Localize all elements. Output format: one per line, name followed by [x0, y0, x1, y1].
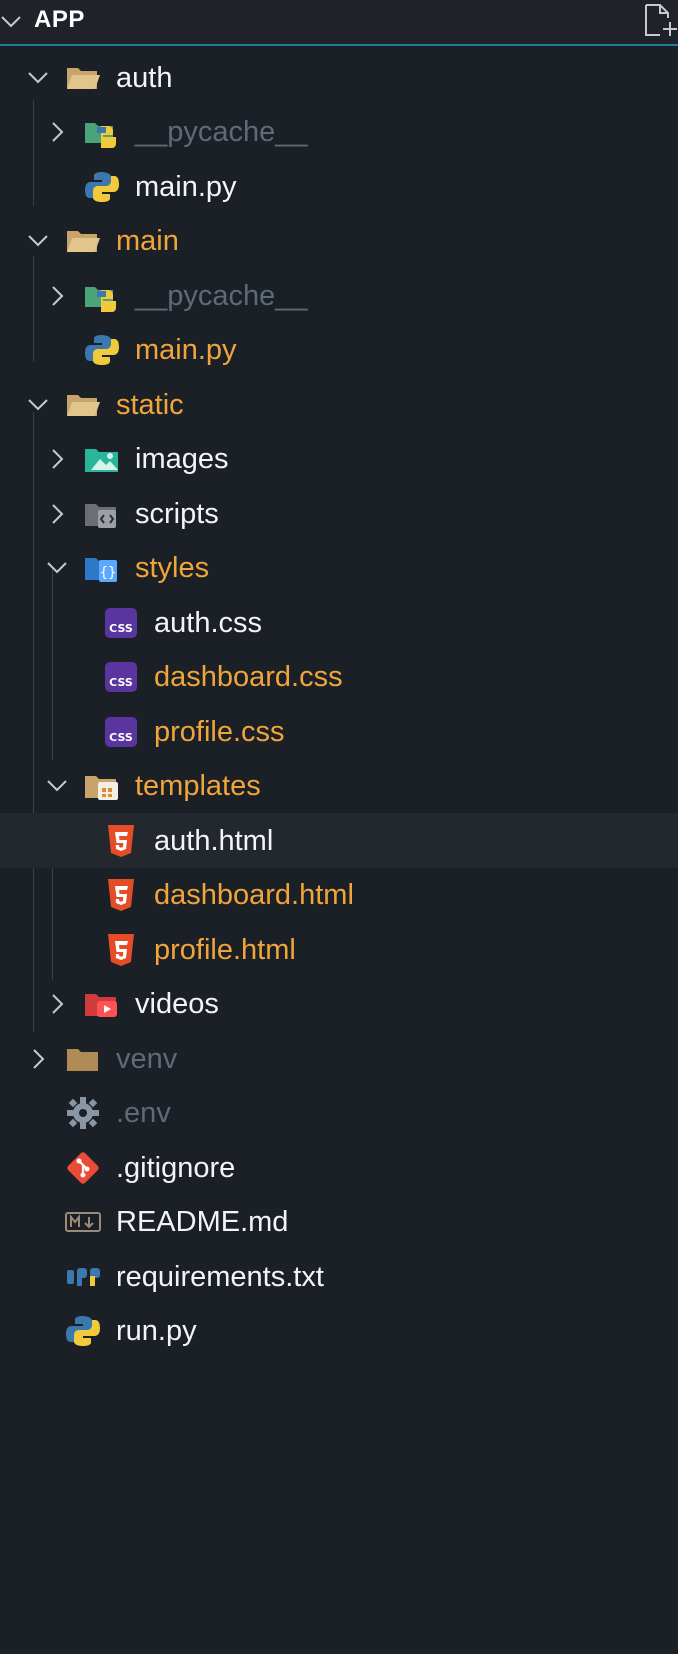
- gear-icon: [67, 1097, 99, 1129]
- new-file-icon[interactable]: [642, 2, 678, 38]
- tree-item-label: scripts: [135, 498, 219, 530]
- python-icon: [66, 1316, 100, 1346]
- svg-text:CSS: CSS: [109, 622, 133, 635]
- tree-item-label: __pycache__: [135, 280, 308, 312]
- tree-item-env[interactable]: .env: [0, 1085, 678, 1140]
- scripts-folder-icon: [85, 504, 116, 528]
- chevron-down-icon[interactable]: [45, 774, 69, 798]
- tree-item-label: auth.css: [154, 607, 262, 639]
- tree-item-scripts[interactable]: scripts: [0, 486, 678, 541]
- tree-item-label: profile.css: [154, 716, 285, 748]
- tree-item-label: .gitignore: [116, 1152, 236, 1184]
- tree-item-dashboard-css[interactable]: CSS dashboard.css: [0, 649, 678, 704]
- explorer-title: APP: [34, 6, 85, 33]
- chevron-right-icon[interactable]: [45, 992, 69, 1016]
- git-icon: [67, 1152, 99, 1184]
- tree-item-dashboard-html[interactable]: dashboard.html: [0, 867, 678, 922]
- tree-item-main-py[interactable]: main.py: [0, 159, 678, 214]
- html5-icon: [108, 934, 134, 966]
- chevron-right-icon[interactable]: [26, 1047, 50, 1071]
- chevron-right-icon[interactable]: [45, 284, 69, 308]
- python-folder-icon: [85, 123, 116, 148]
- html5-icon: [108, 825, 134, 857]
- svg-text:CSS: CSS: [109, 731, 133, 744]
- tree-item-label: dashboard.css: [154, 661, 343, 693]
- chevron-right-icon[interactable]: [45, 447, 69, 471]
- tree-item-auth-html[interactable]: auth.html: [0, 813, 678, 868]
- folder-open-icon: [67, 231, 100, 252]
- tree-item-label: auth.html: [154, 825, 274, 857]
- tree-item-label: static: [116, 389, 184, 421]
- tree-item-label: templates: [135, 770, 261, 802]
- tree-item-pycache[interactable]: __pycache__: [0, 268, 678, 323]
- images-folder-icon: [85, 449, 118, 472]
- tree-item-gitignore[interactable]: .gitignore: [0, 1140, 678, 1195]
- chevron-down-icon[interactable]: [0, 10, 22, 32]
- html5-icon: [108, 879, 134, 911]
- css-icon: CSS: [105, 717, 137, 747]
- tree-item-static[interactable]: static: [0, 377, 678, 432]
- pip-requirements-icon: [67, 1268, 100, 1286]
- chevron-down-icon[interactable]: [26, 229, 50, 253]
- tree-item-images[interactable]: images: [0, 431, 678, 486]
- css-icon: CSS: [105, 662, 137, 692]
- tree-item-readme-md[interactable]: README.md: [0, 1194, 678, 1249]
- tree-item-pycache[interactable]: __pycache__: [0, 104, 678, 159]
- tree-item-label: README.md: [116, 1206, 289, 1238]
- tree-item-profile-html[interactable]: profile.html: [0, 922, 678, 977]
- tree-item-label: styles: [135, 552, 210, 584]
- tree-item-auth-css[interactable]: CSS auth.css: [0, 595, 678, 650]
- python-icon: [85, 335, 119, 365]
- tree-item-label: .env: [116, 1097, 171, 1129]
- markdown-icon: [65, 1212, 101, 1232]
- folder-open-icon: [67, 68, 100, 89]
- tree-item-run-py[interactable]: run.py: [0, 1303, 678, 1358]
- tree-item-label: auth: [116, 62, 173, 94]
- explorer-header[interactable]: APP: [0, 0, 678, 46]
- chevron-down-icon[interactable]: [26, 66, 50, 90]
- tree-item-profile-css[interactable]: CSS profile.css: [0, 704, 678, 759]
- folder-open-icon: [67, 395, 100, 416]
- styles-folder-icon: {}: [85, 558, 117, 582]
- tree-item-label: requirements.txt: [116, 1261, 324, 1293]
- tree-item-main[interactable]: main: [0, 213, 678, 268]
- tree-item-venv[interactable]: venv: [0, 1031, 678, 1086]
- tree-item-label: profile.html: [154, 934, 296, 966]
- tree-item-videos[interactable]: videos: [0, 976, 678, 1031]
- css-icon: CSS: [105, 608, 137, 638]
- tree-item-label: main.py: [135, 171, 237, 203]
- tree-item-templates[interactable]: templates: [0, 758, 678, 813]
- templates-folder-icon: [85, 776, 118, 800]
- chevron-right-icon[interactable]: [45, 502, 69, 526]
- tree-item-label: main: [116, 225, 179, 257]
- tree-item-label: main.py: [135, 334, 237, 366]
- tree-item-label: images: [135, 443, 229, 475]
- tree-item-auth[interactable]: auth: [0, 50, 678, 105]
- chevron-down-icon[interactable]: [45, 556, 69, 580]
- python-icon: [85, 172, 119, 202]
- tree-item-label: videos: [135, 988, 219, 1020]
- tree-item-styles[interactable]: {} styles: [0, 540, 678, 595]
- chevron-down-icon[interactable]: [26, 393, 50, 417]
- svg-text:{}: {}: [100, 565, 117, 581]
- svg-text:CSS: CSS: [109, 676, 133, 689]
- tree-item-label: run.py: [116, 1315, 197, 1347]
- tree-item-requirements-txt[interactable]: requirements.txt: [0, 1249, 678, 1304]
- tree-item-main-py[interactable]: main.py: [0, 322, 678, 377]
- python-folder-icon: [85, 287, 116, 312]
- tree-item-label: __pycache__: [135, 116, 308, 148]
- folder-closed-icon: [67, 1049, 98, 1071]
- chevron-right-icon[interactable]: [45, 120, 69, 144]
- tree-item-label: dashboard.html: [154, 879, 354, 911]
- tree-item-label: venv: [116, 1043, 178, 1075]
- videos-folder-icon: [85, 994, 117, 1017]
